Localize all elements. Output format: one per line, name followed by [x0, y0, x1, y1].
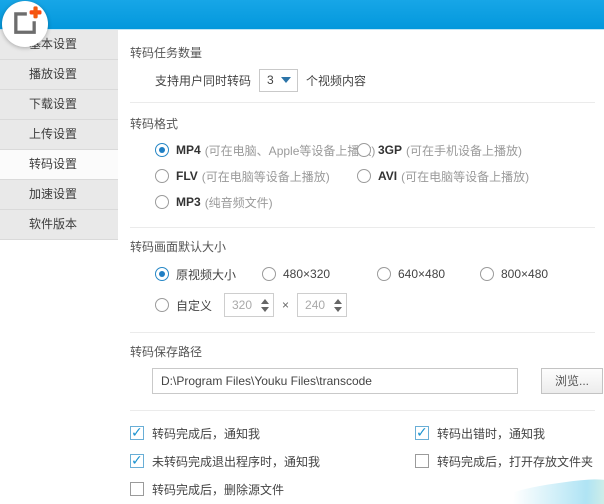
checkbox-icon	[130, 482, 144, 496]
size-option-original[interactable]: 原视频大小	[155, 266, 262, 283]
size-option-480x320[interactable]: 480×320	[262, 267, 377, 281]
checkbox-label: 转码完成后，通知我	[152, 426, 261, 441]
divider	[130, 332, 595, 333]
checkbox-label: 未转码完成退出程序时，通知我	[152, 454, 321, 469]
checkbox-label: 转码出错时，通知我	[437, 426, 546, 441]
spinner-down-icon[interactable]	[334, 306, 343, 312]
radio-icon	[262, 267, 276, 281]
task-count-dropdown[interactable]: 3	[259, 68, 299, 92]
format-option-3gp[interactable]: 3GP (可在手机设备上播放)	[357, 142, 604, 159]
checkbox-open-folder[interactable]: 转码完成后，打开存放文件夹	[415, 453, 593, 470]
size-option-640x480[interactable]: 640×480	[377, 267, 480, 281]
size-separator: ×	[282, 298, 290, 312]
radio-icon	[155, 267, 169, 281]
transcode-settings-panel: 转码任务数量 支持用户同时转码 3 个视频内容 转码格式 MP4 (可在电脑、A…	[118, 30, 604, 504]
divider	[130, 227, 595, 228]
checkbox-icon	[130, 424, 144, 441]
size-label: 480×320	[283, 267, 331, 281]
format-desc: (可在电脑等设备上播放)	[401, 169, 530, 184]
task-count-suffix-label: 个视频内容	[306, 73, 367, 88]
format-desc: (可在电脑、Apple等设备上播放)	[204, 143, 376, 158]
custom-width-value: 320	[232, 298, 253, 312]
spinner-down-icon[interactable]	[261, 306, 270, 312]
radio-icon	[377, 267, 391, 281]
spinner-up-icon[interactable]	[334, 298, 343, 304]
checkbox-notify-error[interactable]: 转码出错时，通知我	[415, 424, 546, 442]
format-option-mp4[interactable]: MP4 (可在电脑、Apple等设备上播放)	[155, 142, 375, 159]
format-option-flv[interactable]: FLV (可在电脑等设备上播放)	[155, 168, 357, 185]
custom-width-stepper[interactable]: 320	[224, 293, 275, 317]
app-logo	[2, 1, 48, 47]
format-name: 3GP	[378, 143, 403, 157]
format-name: MP3	[176, 195, 201, 209]
format-option-mp3[interactable]: MP3 (纯音频文件)	[155, 194, 357, 211]
checkbox-icon	[415, 424, 429, 441]
radio-icon	[155, 195, 169, 209]
custom-height-stepper[interactable]: 240	[297, 293, 348, 317]
format-desc: (纯音频文件)	[204, 195, 273, 210]
size-option-800x480[interactable]: 800×480	[480, 267, 548, 281]
size-label: 800×480	[501, 267, 549, 281]
format-name: MP4	[176, 143, 201, 157]
settings-sidebar: 基本设置 播放设置 下载设置 上传设置 转码设置 加速设置 软件版本	[0, 30, 118, 504]
path-title: 转码保存路径	[130, 345, 203, 359]
spinner-up-icon[interactable]	[261, 298, 270, 304]
sidebar-item-transcode[interactable]: 转码设置	[0, 150, 118, 180]
sidebar-item-download[interactable]: 下载设置	[0, 90, 118, 120]
save-path-input[interactable]	[152, 367, 518, 394]
checkbox-notify-complete[interactable]: 转码完成后，通知我	[130, 424, 415, 442]
task-count-value: 3	[267, 73, 274, 87]
checkbox-delete-source[interactable]: 转码完成后，删除源文件	[130, 481, 415, 498]
sidebar-item-playback[interactable]: 播放设置	[0, 60, 118, 90]
radio-icon	[155, 298, 169, 312]
radio-icon	[155, 169, 169, 183]
radio-icon	[357, 169, 371, 183]
format-desc: (可在电脑等设备上播放)	[201, 169, 330, 184]
custom-size-label: 自定义	[176, 298, 213, 313]
custom-height-value: 240	[305, 298, 326, 312]
settings-window: 基本设置 播放设置 下载设置 上传设置 转码设置 加速设置 软件版本 转码任务数…	[0, 0, 604, 504]
size-title: 转码画面默认大小	[130, 240, 227, 254]
size-label: 640×480	[398, 267, 446, 281]
checkbox-label: 转码完成后，删除源文件	[152, 482, 285, 497]
radio-icon	[480, 267, 494, 281]
checkbox-icon	[415, 454, 429, 468]
add-screen-icon	[14, 6, 42, 34]
format-desc: (可在手机设备上播放)	[406, 143, 523, 158]
browse-button[interactable]: 浏览...	[541, 367, 603, 394]
sidebar-item-acceleration[interactable]: 加速设置	[0, 180, 118, 210]
radio-icon	[357, 143, 371, 157]
format-name: AVI	[378, 169, 398, 183]
sidebar-item-upload[interactable]: 上传设置	[0, 120, 118, 150]
format-option-avi[interactable]: AVI (可在电脑等设备上播放)	[357, 168, 604, 185]
size-option-custom[interactable]: 自定义	[155, 297, 212, 314]
checkbox-label: 转码完成后，打开存放文件夹	[437, 454, 594, 469]
task-count-prefix-label: 支持用户同时转码	[155, 73, 252, 88]
size-label: 原视频大小	[176, 267, 237, 282]
divider	[130, 410, 595, 411]
checkbox-notify-exit-incomplete[interactable]: 未转码完成退出程序时，通知我	[130, 452, 415, 470]
radio-icon	[155, 143, 169, 157]
checkbox-icon	[130, 452, 144, 469]
task-count-title: 转码任务数量	[130, 46, 203, 60]
chevron-down-icon	[281, 77, 292, 83]
divider	[130, 102, 595, 103]
format-title: 转码格式	[130, 117, 179, 131]
format-name: FLV	[176, 169, 198, 183]
title-bar	[0, 0, 604, 30]
sidebar-item-version[interactable]: 软件版本	[0, 210, 118, 240]
